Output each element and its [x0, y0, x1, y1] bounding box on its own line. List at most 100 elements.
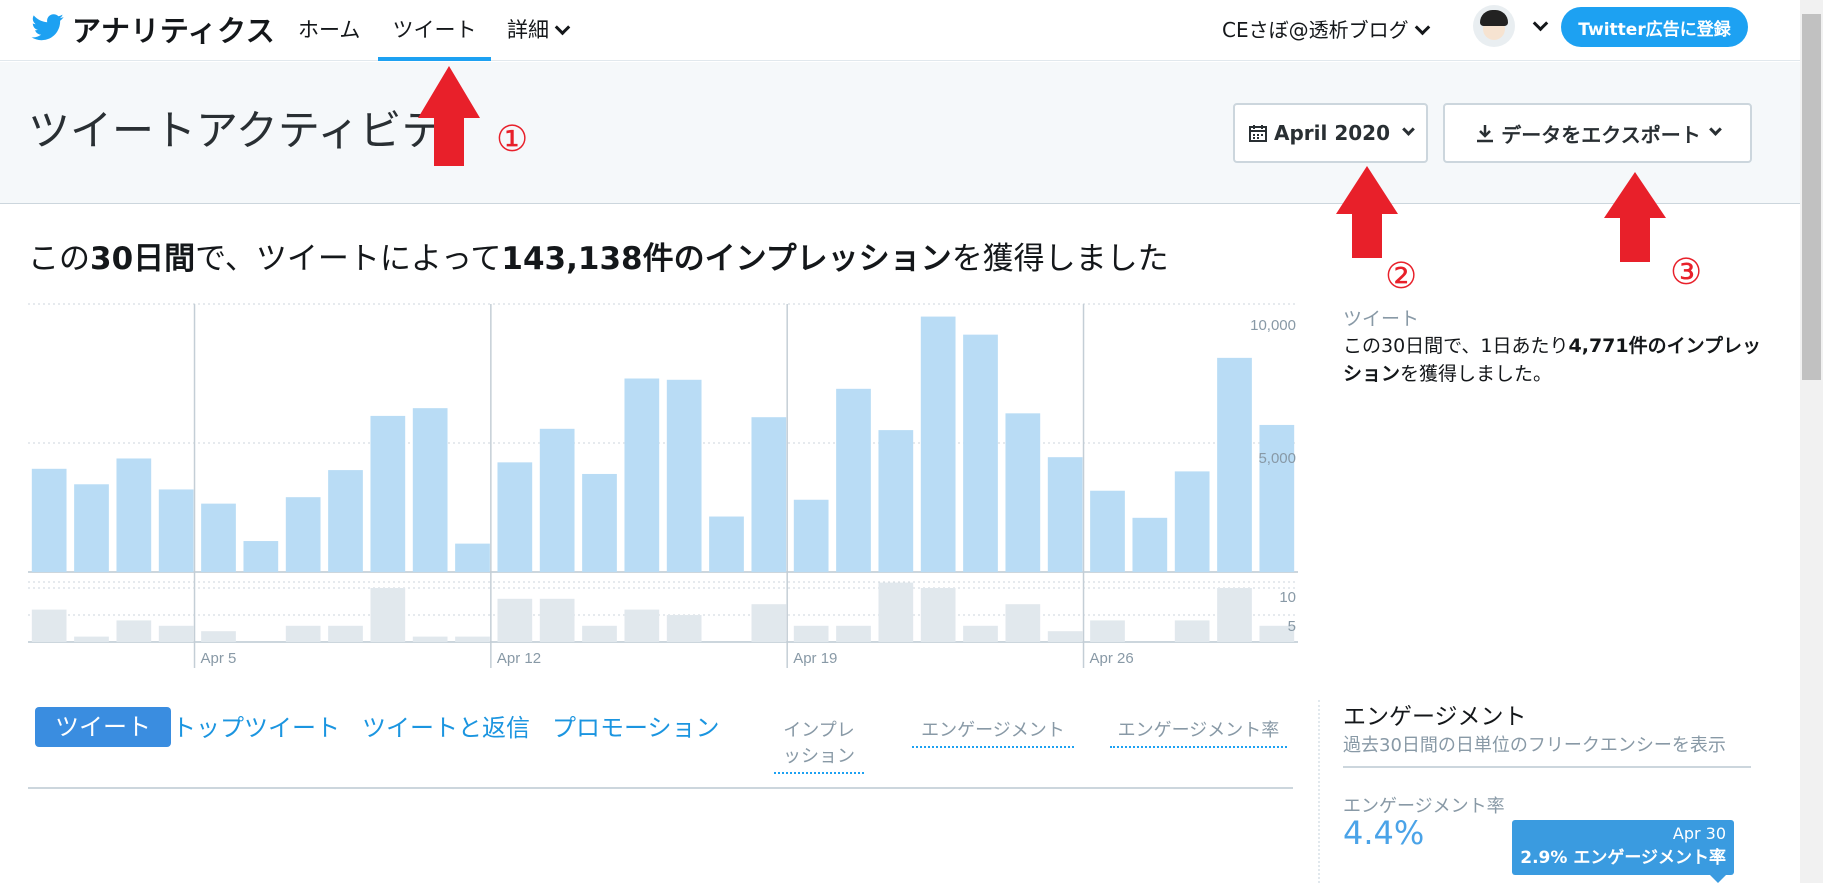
date-range-button[interactable]: April 2020 — [1233, 103, 1428, 163]
engagements-bar — [497, 598, 533, 642]
chart-tooltip: Apr 30 2.9% エンゲージメント率 — [1512, 820, 1734, 883]
y-tick-label: 5,000 — [1258, 450, 1296, 467]
summary-text: で、ツイートによって — [195, 241, 502, 277]
engagements-bar — [455, 636, 490, 642]
date-range-label: April 2020 — [1274, 121, 1390, 145]
engagements-bar — [285, 625, 321, 642]
account-menu[interactable]: CEさぼ@透析ブログ — [1222, 14, 1430, 43]
engagements-bar — [31, 609, 67, 642]
tooltip-value: 2.9% エンゲージメント率 — [1520, 848, 1726, 868]
nav-home[interactable]: ホーム — [298, 14, 360, 61]
impressions-bar — [582, 473, 617, 572]
impressions-bar — [31, 468, 67, 572]
divider — [1318, 700, 1320, 883]
x-tick-label: Apr 12 — [497, 650, 541, 667]
tab-top-tweets[interactable]: トップツイート — [172, 708, 340, 743]
summary-text: この — [28, 241, 90, 277]
engagements-bar — [836, 625, 871, 642]
scrollbar-thumb[interactable] — [1802, 14, 1821, 380]
summary-days: 30日間 — [90, 241, 196, 277]
engagements-bar — [666, 615, 702, 642]
download-icon — [1475, 123, 1495, 143]
impressions-bar — [158, 489, 194, 572]
impressions-bar — [920, 316, 956, 572]
impressions-bar — [74, 484, 109, 572]
column-engagements[interactable]: エンゲージメント — [912, 718, 1074, 748]
engagements-bar — [158, 625, 194, 642]
engagements-bar — [328, 625, 363, 642]
impressions-bar — [751, 417, 787, 572]
brand-title: アナリティクス — [72, 14, 276, 48]
chevron-down-icon — [554, 19, 571, 36]
engagements-bar — [1005, 604, 1041, 642]
annotation-arrow-up-icon — [1604, 172, 1666, 262]
engagements-bar — [201, 631, 236, 642]
x-tick-label: Apr 26 — [1090, 650, 1134, 667]
twitter-ads-button[interactable]: Twitter広告に登録 — [1561, 7, 1748, 47]
column-engagement-rate[interactable]: エンゲージメント率 — [1110, 718, 1287, 748]
engagement-title: エンゲージメント — [1343, 704, 1527, 730]
impressions-bar — [1217, 357, 1252, 572]
annotation-number: ② — [1385, 256, 1418, 297]
y-tick-label: 10 — [1279, 589, 1296, 606]
impressions-bar — [836, 388, 871, 572]
impressions-bar — [793, 499, 829, 572]
column-impressions-label: ッション — [783, 746, 855, 767]
annotation-number: ① — [496, 119, 529, 160]
impressions-bar — [963, 334, 998, 572]
impressions-summary: この30日間で、ツイートによって143,138件のインプレッションを獲得しました — [28, 233, 1169, 278]
column-impressions[interactable]: インプレ ッション — [774, 718, 864, 774]
engagements-bar — [1090, 620, 1125, 642]
export-data-button[interactable]: データをエクスポート — [1443, 103, 1752, 163]
nav-more[interactable]: 詳細 — [507, 14, 571, 61]
engagements-bar — [539, 598, 575, 642]
engagements-bar — [1174, 620, 1210, 642]
engagements-bar — [920, 588, 956, 642]
page-header: ツイートアクティビテ April 2020 データをエクスポート — [0, 62, 1800, 204]
brand[interactable]: アナリティクス — [30, 8, 275, 50]
tab-tweets-replies[interactable]: ツイートと返信 — [362, 708, 530, 743]
engagements-bar — [74, 636, 109, 642]
engagement-rate-value: 4.4% — [1343, 814, 1425, 852]
tab-tweets[interactable]: ツイート — [35, 707, 171, 747]
engagements-bar — [1217, 588, 1252, 642]
summary-text: を獲得しました — [951, 241, 1169, 277]
impressions-bar — [709, 516, 744, 572]
page-title: ツイートアクティビテ — [28, 106, 444, 155]
x-tick-label: Apr 19 — [793, 650, 837, 667]
side-label: ツイート — [1343, 308, 1420, 330]
annotation-arrow-up-icon — [418, 66, 480, 166]
nav-more-label: 詳細 — [507, 18, 549, 42]
avatar[interactable] — [1473, 5, 1515, 47]
impressions-bar — [455, 543, 490, 572]
impressions-bar — [201, 503, 236, 572]
engagements-bar — [624, 609, 660, 642]
tooltip-date: Apr 30 — [1672, 824, 1726, 843]
tab-promotion[interactable]: プロモーション — [552, 708, 720, 743]
side-text: この30日間で、1日あたり — [1343, 335, 1569, 357]
engagements-bar — [582, 625, 617, 642]
impressions-bar — [1047, 457, 1083, 572]
engagements-bar — [370, 588, 406, 642]
impressions-bar — [666, 379, 702, 572]
impressions-bar — [243, 541, 279, 572]
impressions-chart: Apr 5 Apr 12 Apr 19 Apr 26 10,000 5,000 10 5 — [28, 303, 1298, 668]
impressions-bar — [1005, 413, 1041, 572]
chevron-down-icon[interactable] — [1532, 15, 1549, 32]
engagements-bar — [412, 636, 448, 642]
calendar-icon — [1248, 123, 1268, 143]
side-daily-summary: この30日間で、1日あたり4,771件のインプレッションを獲得しました。 — [1343, 332, 1763, 388]
y-tick-label: 10,000 — [1250, 317, 1296, 334]
impressions-bar — [497, 462, 533, 572]
engagements-bar — [116, 620, 152, 642]
divider — [28, 787, 1293, 789]
impressions-bar — [878, 430, 914, 572]
impressions-bar — [624, 378, 660, 572]
annotation-arrow-up-icon — [1336, 166, 1398, 258]
impressions-bar — [285, 497, 321, 572]
nav-tweets[interactable]: ツイート — [378, 14, 491, 61]
summary-impressions: 143,138件のインプレッション — [501, 241, 952, 277]
account-name: CEさぼ@透析ブログ — [1222, 18, 1409, 42]
impressions-bar — [370, 415, 406, 572]
impressions-bar — [116, 458, 152, 572]
